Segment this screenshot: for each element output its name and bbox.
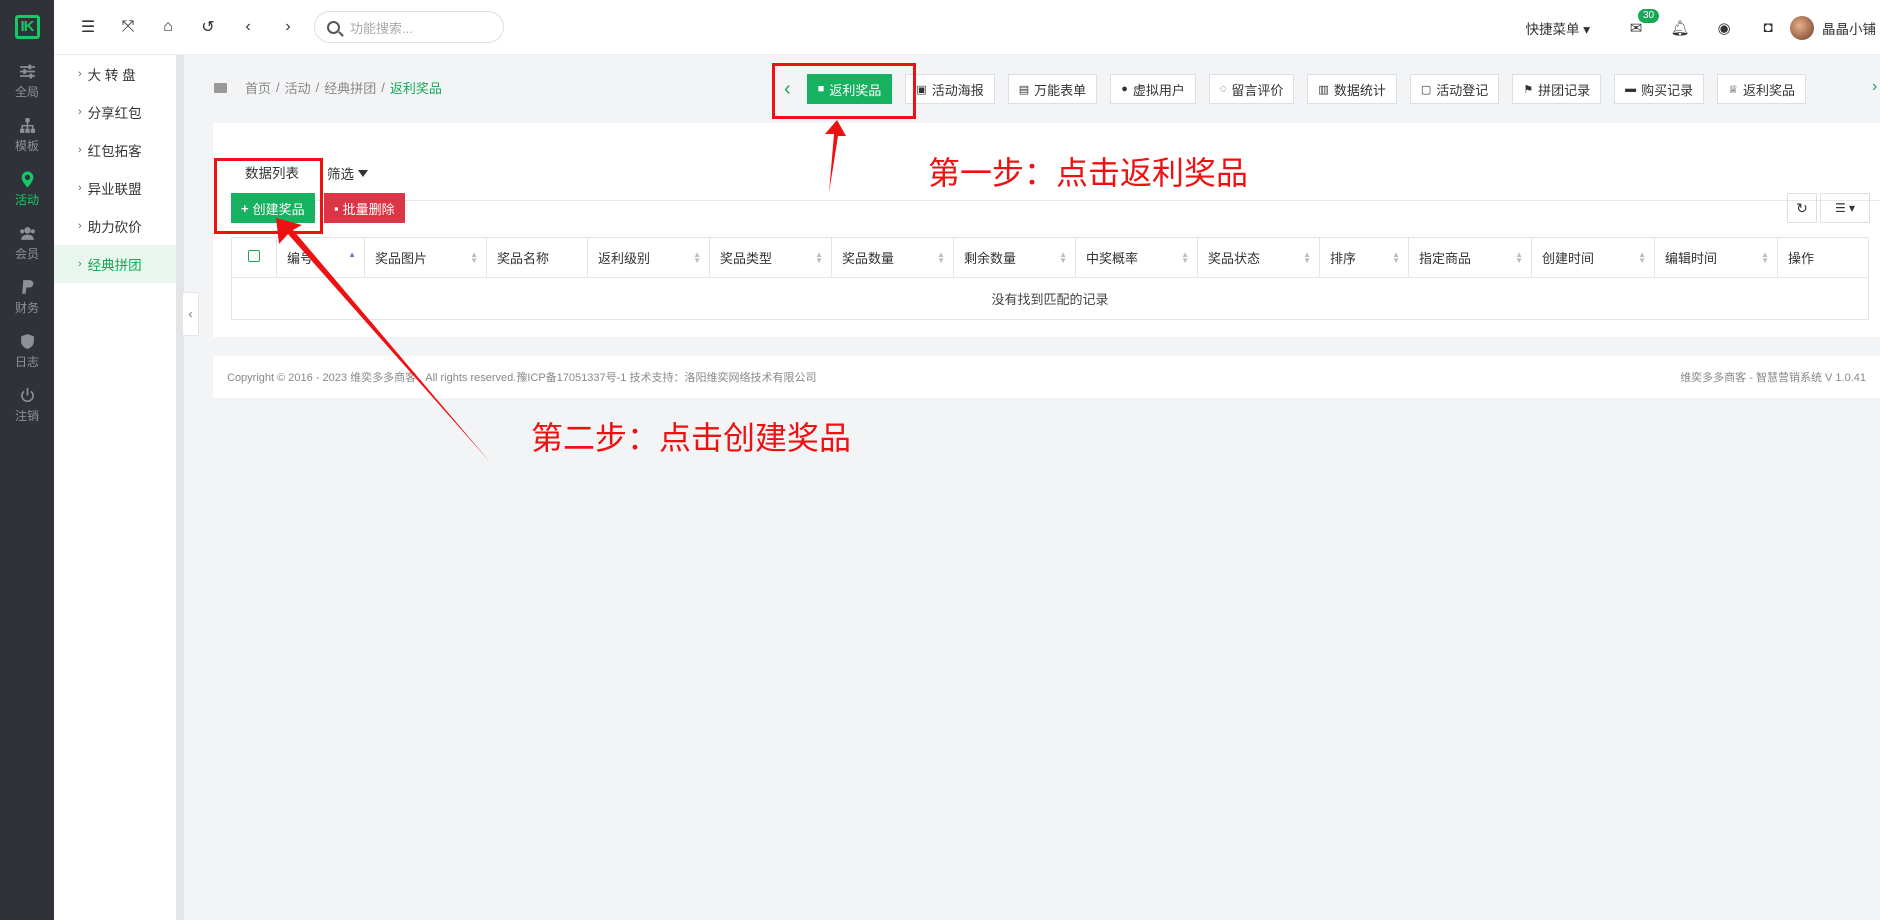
annotation-arrows <box>276 120 846 462</box>
arrow-step2 <box>276 218 490 462</box>
arrow-step1 <box>825 120 846 193</box>
